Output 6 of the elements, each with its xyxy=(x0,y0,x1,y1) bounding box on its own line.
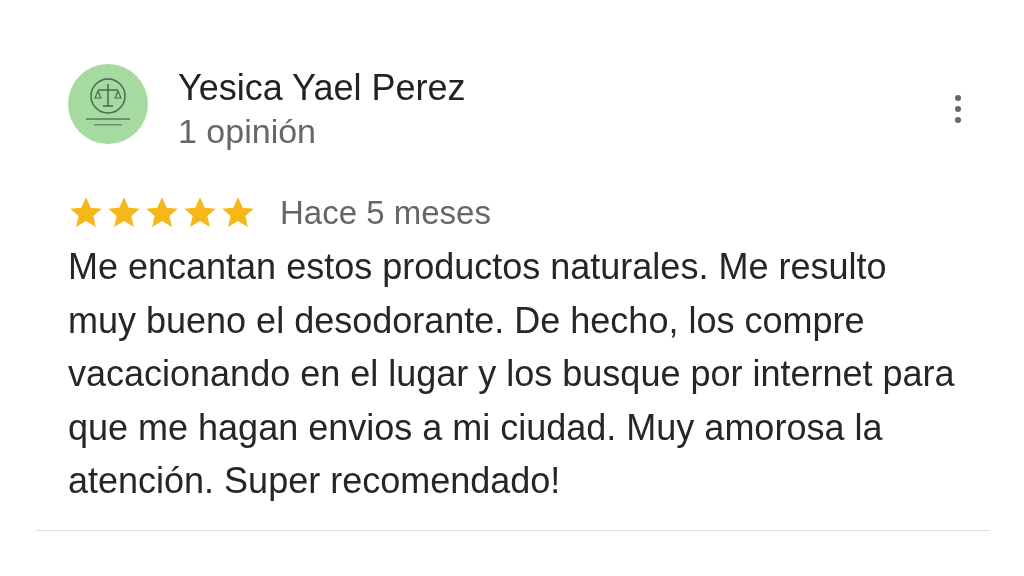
review-time: Hace 5 meses xyxy=(280,194,491,232)
more-icon xyxy=(954,94,962,124)
author-name[interactable]: Yesica Yael Perez xyxy=(178,66,948,110)
avatar-icon xyxy=(68,64,148,144)
review-count: 1 opinión xyxy=(178,111,317,152)
review-text: Me encantan estos productos naturales. Me resulto muy bueno el desodorante. De hecho, los compre vacacionando en el lugar y los busque por internet para que me hagan envios a mi ciudad. Muy amorosa la atención. Super recomendado! xyxy=(68,245,956,503)
